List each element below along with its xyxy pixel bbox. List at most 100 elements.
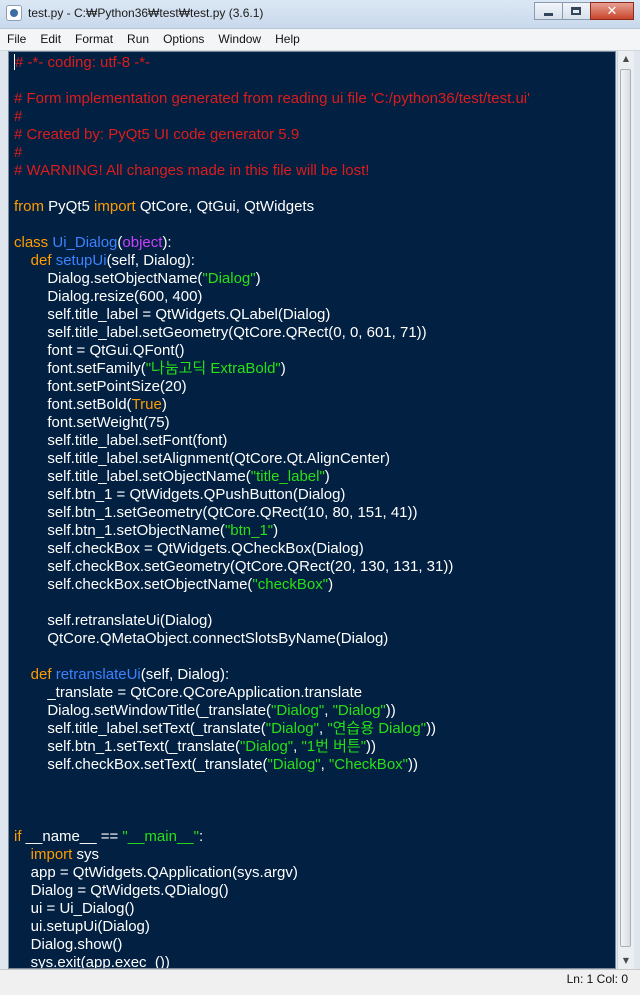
code-token: "Dialog" [239, 738, 294, 755]
code-token: # Form implementation generated from rea… [14, 90, 530, 107]
code-token: # [14, 108, 23, 125]
menu-format[interactable]: Format [68, 29, 120, 50]
code-token: # [14, 144, 23, 161]
code-token: # Created by: PyQt5 UI code generator 5.… [14, 126, 300, 143]
code-line: self.checkBox.setObjectName("checkBox") [14, 576, 333, 594]
code-token: Dialog.resize(600, 400) [14, 288, 203, 305]
code-line: # [14, 108, 22, 126]
code-token: "Dialog" [332, 702, 386, 719]
title-bar[interactable]: test.py - C:₩Python36₩test₩test.py (3.6.… [0, 0, 640, 29]
code-token: ui = Ui_Dialog() [14, 900, 135, 917]
code-token: self.checkBox.setText(_translate( [14, 756, 268, 773]
code-token: object [122, 234, 163, 251]
code-token: ) [255, 270, 261, 287]
code-token: ): [162, 234, 172, 251]
menu-help[interactable]: Help [268, 29, 307, 50]
code-line: ui.setupUi(Dialog) [14, 918, 150, 936]
menu-run[interactable]: Run [120, 29, 156, 50]
code-token: (self, Dialog): [140, 666, 230, 683]
code-line: self.title_label.setText(_translate("Dia… [14, 720, 436, 738]
code-token: Dialog.show() [14, 936, 123, 953]
code-line: sys.exit(app.exec_()) [14, 954, 170, 968]
code-line: # [14, 144, 22, 162]
code-token: self.title_label.setAlignment(QtCore.Qt.… [14, 450, 390, 467]
menu-options[interactable]: Options [156, 29, 211, 50]
scroll-up-icon[interactable]: ▲ [618, 51, 634, 67]
menu-edit[interactable]: Edit [33, 29, 68, 50]
python-file-icon[interactable] [6, 5, 22, 21]
code-line: Dialog.show() [14, 936, 123, 954]
code-token: import [94, 198, 136, 215]
code-token: self.checkBox.setObjectName( [14, 576, 253, 593]
code-token: self.retranslateUi(Dialog) [14, 612, 213, 629]
code-token: font.setBold( [14, 396, 132, 413]
code-line: self.checkBox.setText(_translate("Dialog… [14, 756, 418, 774]
code-editor[interactable]: # -*- coding: utf-8 -*- # Form implementa… [8, 51, 616, 969]
code-line: _translate = QtCore.QCoreApplication.tra… [14, 684, 362, 702]
menu-file[interactable]: File [0, 29, 33, 50]
code-token: self.btn_1.setObjectName( [14, 522, 225, 539]
scroll-down-icon[interactable]: ▼ [618, 953, 634, 969]
code-token: setupUi [55, 252, 107, 269]
close-button[interactable]: ✕ [590, 2, 634, 20]
vertical-scrollbar[interactable]: ▲ ▼ [617, 51, 634, 969]
code-token: : [198, 828, 204, 845]
code-token: # WARNING! All changes made in this file… [14, 162, 370, 179]
code-token: _translate = QtCore.QCoreApplication.tra… [14, 684, 363, 701]
code-line: Dialog.setWindowTitle(_translate("Dialog… [14, 702, 396, 720]
code-token: "Dialog" [271, 702, 325, 719]
code-token: QtCore, QtGui, QtWidgets [135, 198, 315, 215]
code-token: QtCore.QMetaObject.connectSlotsByName(Di… [14, 630, 389, 647]
code-token: font.setFamily( [14, 360, 146, 377]
code-token: , [324, 702, 333, 719]
menu-window[interactable]: Window [211, 29, 268, 50]
code-token: self.checkBox = QtWidgets.QCheckBox(Dial… [14, 540, 364, 557]
code-token: "CheckBox" [328, 756, 408, 773]
code-line: self.title_label.setObjectName("title_la… [14, 468, 330, 486]
code-token: Ui_Dialog [52, 234, 118, 251]
code-token: Dialog.setObjectName( [14, 270, 203, 287]
code-line: self.title_label.setFont(font) [14, 432, 227, 450]
code-line: if __name__ == "__main__": [14, 828, 203, 846]
code-line: self.checkBox.setGeometry(QtCore.QRect(2… [14, 558, 453, 576]
minimize-button[interactable] [534, 2, 562, 20]
code-line: def setupUi(self, Dialog): [14, 252, 195, 270]
code-token: def [30, 252, 52, 269]
code-token: self.title_label = QtWidgets.QLabel(Dial… [14, 306, 331, 323]
code-token: "Dialog" [265, 720, 319, 737]
code-token: __name__ == [21, 828, 123, 845]
code-line: font.setBold(True) [14, 396, 167, 414]
code-token: if [14, 828, 22, 845]
code-token: Dialog = QtWidgets.QDialog() [14, 882, 229, 899]
code-token: "1번 버튼" [301, 738, 367, 755]
code-token: ui.setupUi(Dialog) [14, 918, 150, 935]
code-line: font = QtGui.QFont() [14, 342, 184, 360]
code-token: self.title_label.setGeometry(QtCore.QRec… [14, 324, 427, 341]
maximize-icon [571, 7, 581, 15]
code-token: ) [273, 522, 279, 539]
scrollbar-thumb[interactable] [620, 69, 631, 947]
code-token: # -*- coding: utf-8 -*- [15, 54, 151, 71]
code-line: app = QtWidgets.QApplication(sys.argv) [14, 864, 298, 882]
code-token: ) [328, 576, 334, 593]
code-line: self.btn_1 = QtWidgets.QPushButton(Dialo… [14, 486, 345, 504]
code-line: self.btn_1.setObjectName("btn_1") [14, 522, 278, 540]
code-line: ui = Ui_Dialog() [14, 900, 135, 918]
code-line: self.btn_1.setGeometry(QtCore.QRect(10, … [14, 504, 417, 522]
code-token: class [14, 234, 49, 251]
maximize-button[interactable] [562, 2, 590, 20]
code-line: QtCore.QMetaObject.connectSlotsByName(Di… [14, 630, 388, 648]
code-token: "Dialog" [202, 270, 256, 287]
code-token: self.title_label.setFont(font) [14, 432, 228, 449]
code-line: class Ui_Dialog(object): [14, 234, 172, 252]
code-line: self.checkBox = QtWidgets.QCheckBox(Dial… [14, 540, 364, 558]
code-token: ) [324, 468, 330, 485]
code-token: "btn_1" [224, 522, 274, 539]
code-token: self.checkBox.setGeometry(QtCore.QRect(2… [14, 558, 454, 575]
code-token: sys [72, 846, 100, 863]
code-token: )) [385, 702, 396, 719]
code-token: ) [280, 360, 286, 377]
